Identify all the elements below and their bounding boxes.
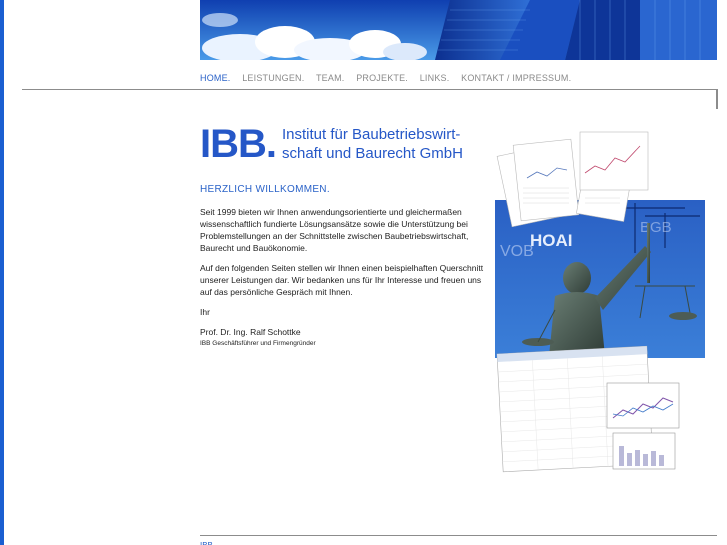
left-accent-stripe: [0, 0, 4, 545]
logo-line-2: schaft und Baurecht GmbH: [282, 145, 463, 162]
intro-text: Seit 1999 bieten wir Ihnen anwendungsori…: [200, 206, 488, 348]
nav-item-home[interactable]: HOME.: [200, 73, 231, 83]
main-nav: HOME. LEISTUNGEN. TEAM. PROJEKTE. LINKS.…: [200, 73, 580, 83]
signature-title: IBB Geschäftsführer und Firmengründer: [200, 340, 316, 347]
vob-label: VOB: [500, 243, 534, 260]
signature-name: Prof. Dr. Ing. Ralf Schottke: [200, 327, 301, 337]
header-banner-image: [200, 0, 717, 60]
intro-paragraph-1: Seit 1999 bieten wir Ihnen anwendungsori…: [200, 207, 469, 253]
closing-text: Ihr: [200, 307, 210, 317]
bgb-label: BGB: [640, 219, 672, 236]
logo-company-name: Institut für Baubetriebswirt- schaft und…: [282, 125, 463, 163]
footer-link[interactable]: IBB: [200, 541, 213, 545]
nav-item-kontakt-impressum[interactable]: KONTAKT / IMPRESSUM.: [461, 73, 571, 83]
intro-paragraph-2: Auf den folgenden Seiten stellen wir Ihn…: [200, 263, 484, 297]
nav-item-links[interactable]: LINKS.: [420, 73, 450, 83]
nav-item-projekte[interactable]: PROJEKTE.: [356, 73, 408, 83]
welcome-heading: HERZLICH WILLKOMMEN.: [200, 184, 330, 195]
logo-line-1: Institut für Baubetriebswirt-: [282, 126, 461, 143]
footer-divider: [200, 535, 717, 536]
header-divider: [22, 89, 717, 90]
company-logo: IBB. Institut für Baubetriebswirt- schaf…: [200, 124, 463, 164]
hero-collage-image: HOAI VOB BGB: [495, 128, 710, 473]
nav-item-team[interactable]: TEAM.: [316, 73, 345, 83]
hoai-label: HOAI: [530, 231, 573, 250]
scrollbar-stub[interactable]: [716, 89, 718, 109]
nav-item-leistungen[interactable]: LEISTUNGEN.: [242, 73, 304, 83]
logo-mark: IBB.: [200, 122, 277, 166]
